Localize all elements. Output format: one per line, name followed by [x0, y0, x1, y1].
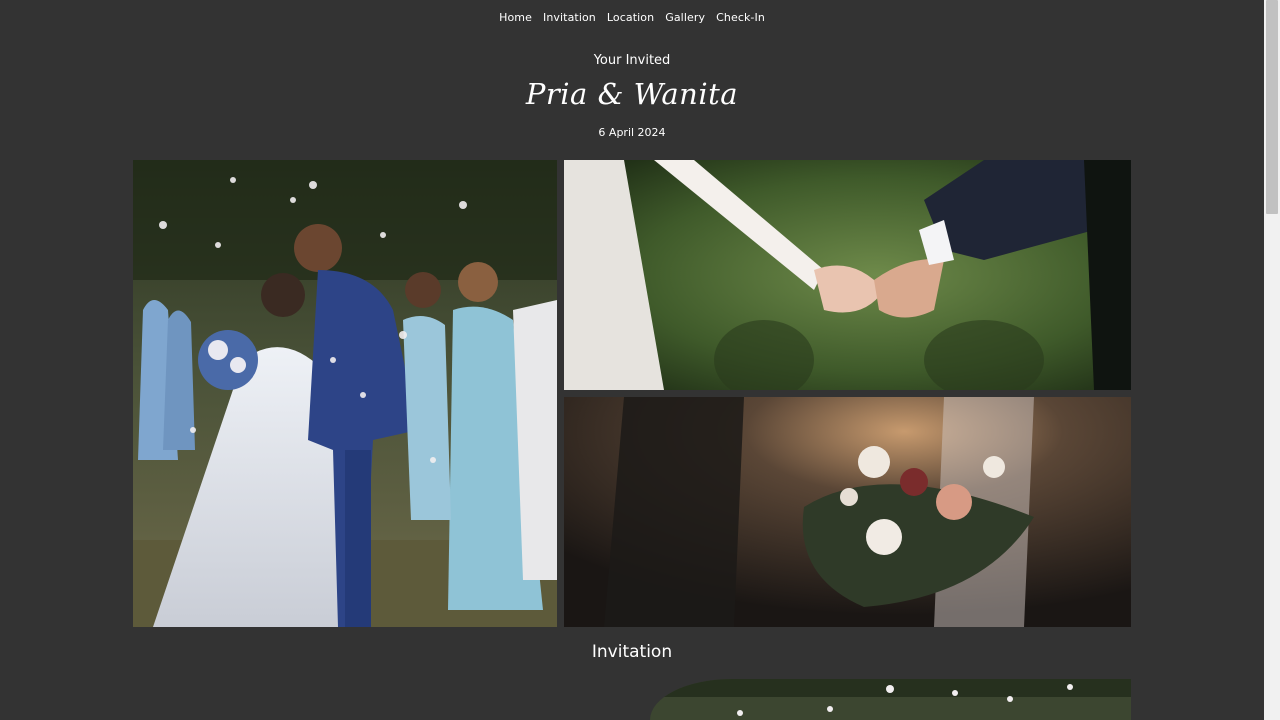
nav-home-link[interactable]: Home [499, 10, 532, 26]
nav-location-link[interactable]: Location [607, 10, 654, 26]
page-scrollbar[interactable] [1264, 0, 1280, 720]
nav-invitation-link[interactable]: Invitation [543, 10, 596, 26]
invitation-photo [650, 679, 1131, 720]
gallery-photo-holding-hands [564, 160, 1131, 390]
couple-names: Pria & Wanita [525, 77, 739, 111]
top-nav: Home Invitation Location Gallery Check-I… [0, 10, 1264, 26]
invited-text: Your Invited [593, 53, 671, 68]
gallery-photo-couple-kiss [133, 160, 557, 627]
nav-checkin-link[interactable]: Check-In [716, 10, 765, 26]
gallery-photo-bouquet [564, 397, 1131, 627]
page: Home Invitation Location Gallery Check-I… [0, 0, 1280, 720]
wedding-date: 6 April 2024 [598, 126, 666, 139]
invitation-section-title: Invitation [591, 642, 673, 662]
scrollbar-thumb[interactable] [1266, 0, 1278, 214]
nav-gallery-link[interactable]: Gallery [665, 10, 705, 26]
